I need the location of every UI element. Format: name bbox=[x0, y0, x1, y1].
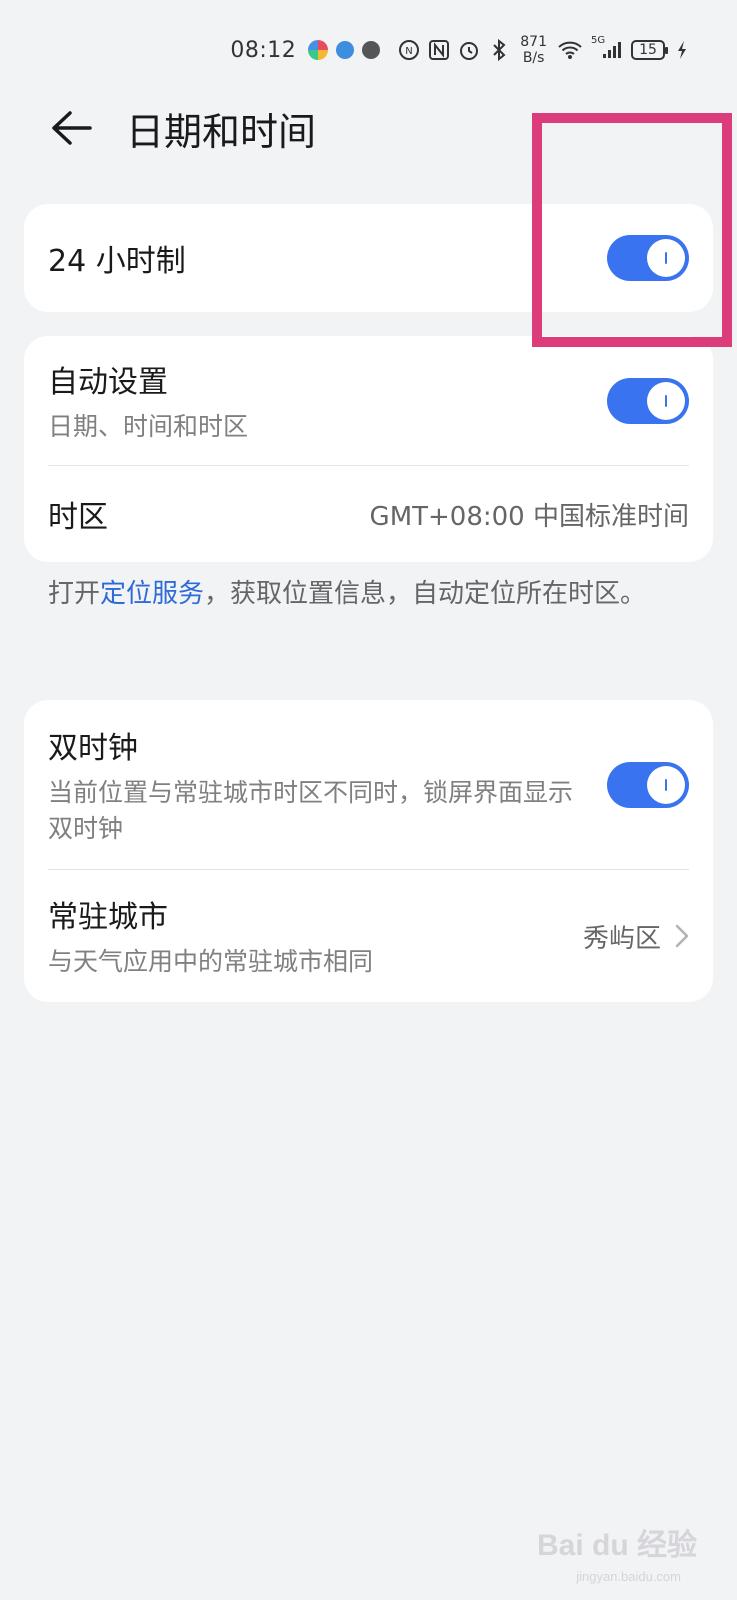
cellular-signal-icon: 5G bbox=[591, 35, 623, 61]
timezone-label: 时区 bbox=[48, 500, 108, 535]
nfc-n-icon bbox=[428, 39, 450, 61]
audio-notification-icon bbox=[362, 41, 381, 59]
alarm-icon bbox=[458, 39, 480, 61]
browser-notification-icon bbox=[336, 41, 355, 59]
timezone-row[interactable]: 时区 GMT+08:00 中国标准时间 bbox=[24, 466, 713, 562]
signal-label: 5G bbox=[591, 35, 606, 46]
timezone-value: GMT+08:00 中国标准时间 bbox=[369, 501, 689, 532]
page-title: 日期和时间 bbox=[126, 109, 317, 154]
back-button[interactable] bbox=[48, 104, 96, 152]
home-city-value-wrap: 秀屿区 bbox=[583, 918, 689, 955]
auto-set-row[interactable]: 自动设置 日期、时间和时区 bbox=[24, 336, 713, 466]
dual-clock-toggle[interactable] bbox=[607, 762, 689, 808]
home-city-row[interactable]: 常驻城市 与天气应用中的常驻城市相同 秀屿区 bbox=[24, 870, 713, 1002]
network-speed-value: 871 bbox=[520, 34, 547, 50]
auto-set-text: 自动设置 日期、时间和时区 bbox=[48, 357, 248, 445]
network-speed: 871 B/s bbox=[520, 34, 547, 66]
charging-icon bbox=[675, 39, 689, 61]
back-arrow-icon bbox=[52, 111, 92, 145]
dual-clock-text: 双时钟 当前位置与常驻城市时区不同时，锁屏界面显示双时钟 bbox=[48, 723, 578, 847]
auto-set-label: 自动设置 bbox=[48, 365, 168, 400]
app-notification-icon bbox=[308, 40, 329, 60]
bluetooth-icon bbox=[488, 39, 510, 61]
wifi-icon bbox=[557, 39, 583, 61]
battery-indicator: 15 bbox=[631, 40, 668, 60]
hour24-label: 24 小时制 bbox=[48, 244, 186, 279]
hour24-card: 24 小时制 bbox=[24, 204, 713, 312]
svg-text:N: N bbox=[406, 46, 413, 57]
baidu-watermark-url: jingyan.baidu.com bbox=[576, 1569, 681, 1584]
auto-set-toggle[interactable] bbox=[607, 378, 689, 424]
baidu-watermark-logo: Bai du 经验 bbox=[536, 1529, 697, 1562]
status-bar: 08:12 N 871 B/s 5G 15 bbox=[230, 28, 689, 72]
dual-clock-subtitle: 当前位置与常驻城市时区不同时，锁屏界面显示双时钟 bbox=[48, 778, 574, 843]
status-time: 08:12 bbox=[230, 37, 297, 63]
toggle-knob bbox=[647, 239, 685, 277]
auto-time-card: 自动设置 日期、时间和时区 时区 GMT+08:00 中国标准时间 bbox=[24, 336, 713, 562]
nfc-icon: N bbox=[398, 39, 420, 61]
home-city-subtitle: 与天气应用中的常驻城市相同 bbox=[48, 947, 374, 976]
toggle-knob bbox=[647, 766, 685, 804]
home-city-text: 常驻城市 与天气应用中的常驻城市相同 bbox=[48, 892, 373, 980]
hour24-row: 24 小时制 bbox=[24, 204, 713, 312]
hour24-toggle[interactable] bbox=[607, 235, 689, 281]
chevron-right-icon bbox=[675, 924, 689, 948]
auto-set-subtitle: 日期、时间和时区 bbox=[48, 412, 249, 441]
dual-clock-row[interactable]: 双时钟 当前位置与常驻城市时区不同时，锁屏界面显示双时钟 bbox=[24, 700, 713, 870]
network-speed-unit: B/s bbox=[522, 50, 545, 66]
toggle-knob bbox=[647, 382, 685, 420]
header: 日期和时间 bbox=[48, 96, 316, 160]
dual-clock-label: 双时钟 bbox=[48, 731, 138, 766]
home-city-value: 秀屿区 bbox=[582, 923, 661, 954]
home-city-label: 常驻城市 bbox=[48, 900, 168, 935]
note-prefix: 打开 bbox=[48, 579, 101, 609]
note-suffix: ，获取位置信息，自动定位所在时区。 bbox=[204, 579, 647, 609]
dual-clock-card: 双时钟 当前位置与常驻城市时区不同时，锁屏界面显示双时钟 常驻城市 与天气应用中… bbox=[24, 700, 713, 1002]
location-service-link[interactable]: 定位服务 bbox=[100, 579, 204, 609]
location-note: 打开定位服务，获取位置信息，自动定位所在时区。 bbox=[48, 574, 648, 614]
